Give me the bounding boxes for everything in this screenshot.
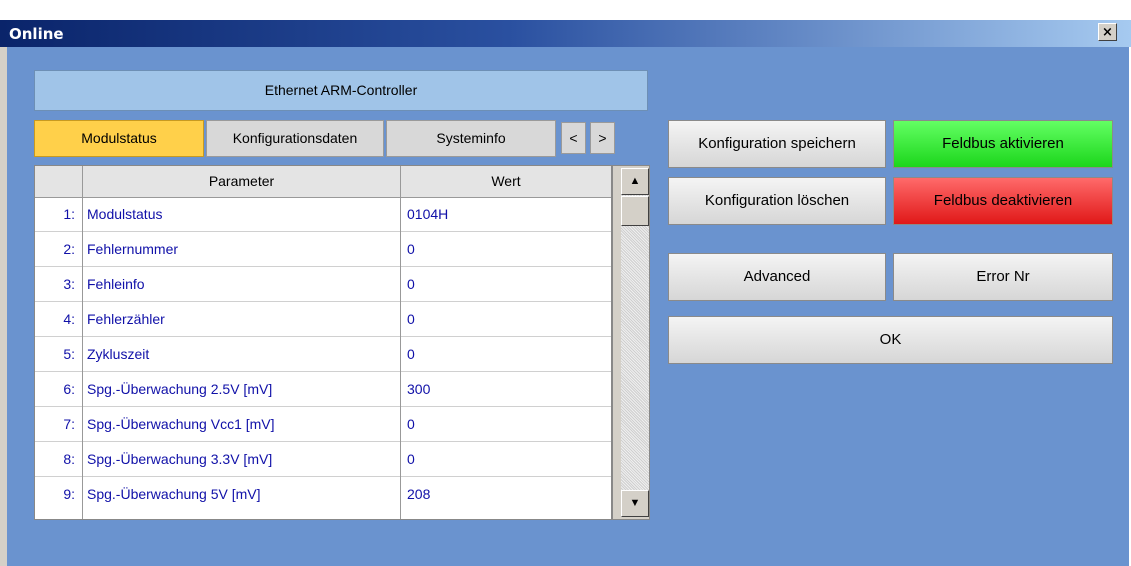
title-bar: Online × [0,20,1131,47]
table-row[interactable]: 5: Zykluszeit 0 [35,337,611,372]
row-parameter: Spg.-Überwachung 2.5V [mV] [87,381,273,397]
advanced-button[interactable]: Advanced [668,253,886,301]
arrow-down-icon[interactable]: ▼ [621,490,649,517]
tab-konfigurationsdaten[interactable]: Konfigurationsdaten [206,120,384,157]
row-parameter: Zykluszeit [87,346,150,362]
row-number: 2: [63,241,75,257]
save-config-button[interactable]: Konfiguration speichern [668,120,886,168]
table-row[interactable]: 1: Modulstatus 0104H [35,197,611,232]
arrow-up-icon[interactable]: ▲ [621,168,649,195]
fieldbus-activate-button[interactable]: Feldbus aktivieren [893,120,1113,168]
header-value[interactable]: Wert [401,166,611,197]
ok-button[interactable]: OK [668,316,1113,364]
close-icon[interactable]: × [1098,23,1117,41]
window-title: Online [9,25,64,43]
table-row[interactable]: 7: Spg.-Überwachung Vcc1 [mV] 0 [35,407,611,442]
table-row[interactable]: 9: Spg.-Überwachung 5V [mV] 208 [35,477,611,512]
row-value: 0 [407,416,415,432]
row-value: 208 [407,486,431,502]
table-row[interactable]: 8: Spg.-Überwachung 3.3V [mV] 0 [35,442,611,477]
row-value: 0 [407,451,415,467]
row-parameter: Fehlerzähler [87,311,165,327]
table-row[interactable]: 6: Spg.-Überwachung 2.5V [mV] 300 [35,372,611,407]
status-table: Parameter Wert 1: Modulstatus 0104H 2: F… [34,165,612,520]
tab-prev-button[interactable]: < [561,122,586,154]
tab-modulstatus[interactable]: Modulstatus [34,120,204,157]
window-left-border [0,47,7,566]
delete-config-button[interactable]: Konfiguration löschen [668,177,886,225]
row-value: 0 [407,241,415,257]
header-parameter[interactable]: Parameter [83,166,401,197]
background-window-strip [0,0,1131,20]
column-divider [400,197,401,519]
row-parameter: Fehlernummer [87,241,179,257]
header-index-cell [35,166,83,197]
tab-systeminfo[interactable]: Systeminfo [386,120,556,157]
row-number: 4: [63,311,75,327]
row-parameter: Modulstatus [87,206,163,222]
row-parameter: Fehleinfo [87,276,145,292]
fieldbus-deactivate-button[interactable]: Feldbus deaktivieren [893,177,1113,225]
row-value: 300 [407,381,431,397]
error-nr-button[interactable]: Error Nr [893,253,1113,301]
row-number: 5: [63,346,75,362]
row-number: 9: [63,486,75,502]
scrollbar-thumb[interactable] [621,196,649,226]
row-number: 1: [63,206,75,222]
row-number: 3: [63,276,75,292]
column-divider [82,197,83,519]
row-number: 7: [63,416,75,432]
table-header: Parameter Wert [35,166,611,198]
table-scrollbar[interactable]: ▲ ▼ [612,165,650,520]
row-parameter: Spg.-Überwachung 5V [mV] [87,486,261,502]
row-number: 6: [63,381,75,397]
table-row[interactable]: 2: Fehlernummer 0 [35,232,611,267]
tab-next-button[interactable]: > [590,122,615,154]
row-value: 0 [407,346,415,362]
row-parameter: Spg.-Überwachung 3.3V [mV] [87,451,273,467]
row-parameter: Spg.-Überwachung Vcc1 [mV] [87,416,275,432]
row-value: 0 [407,276,415,292]
row-number: 8: [63,451,75,467]
table-row[interactable]: 3: Fehleinfo 0 [35,267,611,302]
table-row[interactable]: 4: Fehlerzähler 0 [35,302,611,337]
row-value: 0 [407,311,415,327]
device-header: Ethernet ARM-Controller [34,70,648,111]
row-value: 0104H [407,206,449,222]
